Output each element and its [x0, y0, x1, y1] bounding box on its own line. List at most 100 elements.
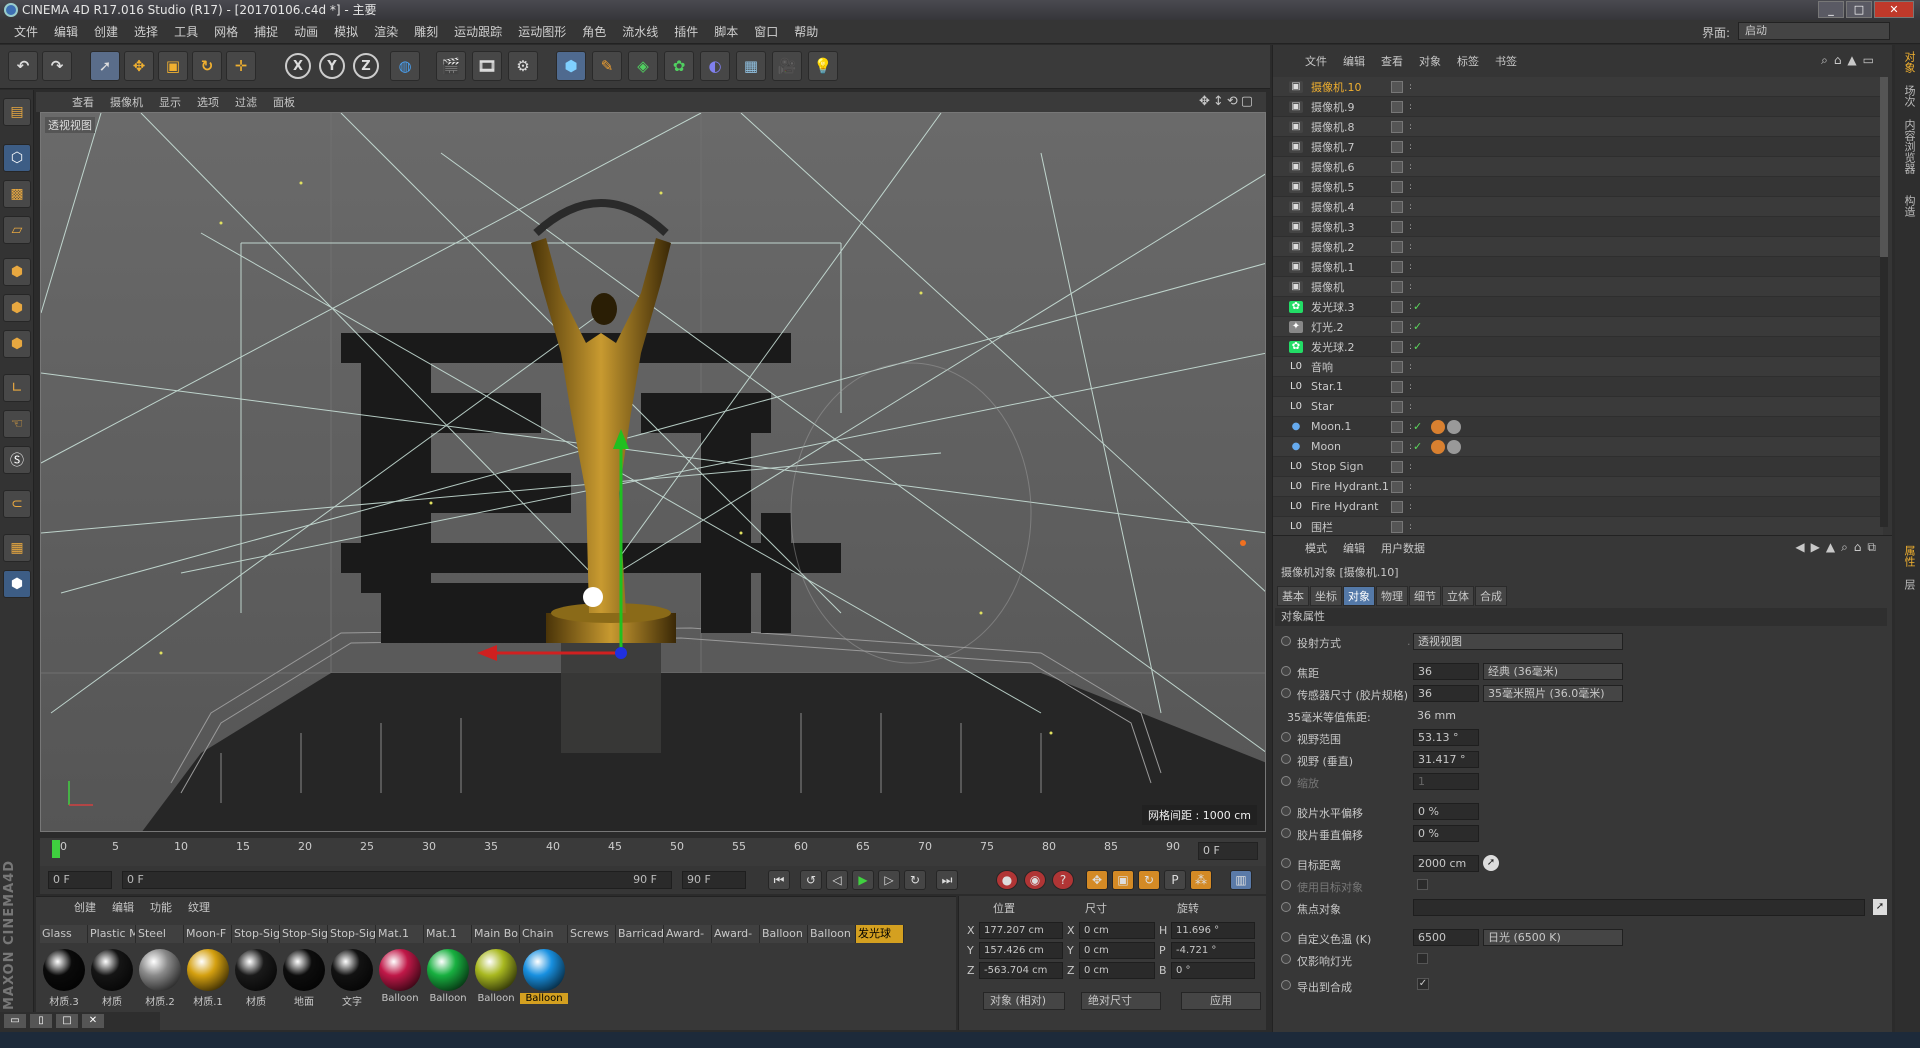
material-tab[interactable]: Award- — [712, 925, 760, 943]
object-row[interactable]: ▣ 摄像机.3: — [1273, 217, 1883, 237]
close-button[interactable]: ✕ — [1874, 1, 1914, 18]
select-tool-icon[interactable]: ➚ — [90, 51, 120, 81]
material-tab[interactable]: Steel — [136, 925, 184, 943]
material-menu-function[interactable]: 功能 — [142, 899, 180, 915]
viewport-menu-view[interactable]: 查看 — [64, 94, 102, 110]
render-picture-viewer-icon[interactable]: 🎞 — [472, 51, 502, 81]
editor-render-visibility-icon[interactable]: : — [1409, 322, 1412, 332]
sensor-size-field[interactable]: 36 — [1413, 685, 1479, 702]
next-key-icon[interactable]: ↻ — [904, 870, 926, 890]
animate-radio[interactable] — [1281, 754, 1291, 764]
recent-tool-icon[interactable]: ✛ — [226, 51, 256, 81]
menu-select[interactable]: 选择 — [126, 23, 166, 40]
material-tab[interactable]: Mat.1 — [424, 925, 472, 943]
layer-visibility-icon[interactable] — [1391, 440, 1403, 453]
material-tab[interactable]: Mat.1 — [376, 925, 424, 943]
dock-tab-content-browser[interactable]: 内容浏览器 — [1901, 119, 1917, 174]
coordinate-system-icon[interactable]: ◍ — [390, 51, 420, 81]
viewport-menu-display[interactable]: 显示 — [151, 94, 189, 110]
material-item[interactable]: 材质 — [88, 949, 136, 1008]
rotation-b-field[interactable]: 0 ° — [1171, 962, 1255, 979]
object-manager-nav-icons[interactable]: ⌕⌂▲▭ — [1821, 53, 1880, 68]
editor-render-visibility-icon[interactable]: : — [1409, 382, 1412, 392]
x-axis-lock-button[interactable]: X — [285, 53, 311, 79]
undo-icon[interactable]: ↶ — [8, 51, 38, 81]
animate-radio[interactable] — [1281, 806, 1291, 816]
material-tab[interactable]: Stop-Sig — [232, 925, 280, 943]
layer-visibility-icon[interactable] — [1391, 260, 1403, 273]
object-name[interactable]: Fire Hydrant — [1311, 500, 1393, 513]
attr-menu-mode[interactable]: 模式 — [1297, 540, 1335, 556]
layer-visibility-icon[interactable] — [1391, 300, 1403, 313]
points-mode-icon[interactable]: ⬢ — [3, 258, 31, 286]
rotation-p-field[interactable]: -4.721 ° — [1171, 942, 1255, 959]
attr-menu-edit[interactable]: 编辑 — [1335, 540, 1373, 556]
layer-visibility-icon[interactable] — [1391, 80, 1403, 93]
material-tab[interactable]: Barricad — [616, 925, 664, 943]
object-row[interactable]: ▣ 摄像机.5: — [1273, 177, 1883, 197]
object-row[interactable]: ▣ 摄像机.6: — [1273, 157, 1883, 177]
layer-visibility-icon[interactable] — [1391, 340, 1403, 353]
layout-select[interactable]: 启动 — [1738, 22, 1890, 40]
coordinate-mode-dropdown[interactable]: 对象 (相对) — [983, 992, 1065, 1010]
enabled-check-icon[interactable]: ✓ — [1413, 340, 1422, 353]
object-name[interactable]: 摄像机.4 — [1311, 199, 1393, 215]
restore-icon[interactable]: ▭ — [4, 1014, 26, 1028]
editor-render-visibility-icon[interactable]: : — [1409, 242, 1412, 252]
object-row[interactable]: L0 音响: — [1273, 357, 1883, 377]
previous-key-icon[interactable]: ↺ — [800, 870, 822, 890]
material-preview-ball[interactable] — [331, 949, 373, 991]
viewport-menu-panel[interactable]: 面板 — [265, 94, 303, 110]
material-preview-ball[interactable] — [379, 949, 421, 991]
editor-render-visibility-icon[interactable]: : — [1409, 102, 1412, 112]
previous-frame-icon[interactable]: ◁ — [826, 870, 848, 890]
viewport-menu-options[interactable]: 选项 — [189, 94, 227, 110]
editor-render-visibility-icon[interactable]: : — [1409, 502, 1412, 512]
material-item[interactable]: 材质 — [232, 949, 280, 1008]
layer-visibility-icon[interactable] — [1391, 420, 1403, 433]
object-row[interactable]: ● Moon.1: ✓ — [1273, 417, 1883, 437]
animate-radio[interactable] — [1281, 980, 1291, 990]
attr-tab-basic[interactable]: 基本 — [1277, 586, 1309, 606]
playhead[interactable] — [52, 840, 60, 858]
affect-lights-checkbox[interactable] — [1417, 953, 1428, 964]
material-tag-icon[interactable] — [1447, 419, 1461, 434]
solo-mode-icon[interactable]: ⬢ — [3, 570, 31, 598]
go-to-start-icon[interactable]: ⏮ — [768, 870, 790, 890]
key-parameter-icon[interactable]: P — [1164, 870, 1186, 890]
viewport-menu-cameras[interactable]: 摄像机 — [102, 94, 151, 110]
editor-render-visibility-icon[interactable]: : — [1409, 522, 1412, 532]
material-tab[interactable]: Stop-Sig — [280, 925, 328, 943]
object-name[interactable]: 围栏 — [1311, 519, 1393, 535]
tweak-mode-icon[interactable]: ☜ — [3, 410, 31, 438]
object-menu-bookmarks[interactable]: 书签 — [1487, 53, 1525, 71]
layer-visibility-icon[interactable] — [1391, 400, 1403, 413]
material-preview-ball[interactable] — [139, 949, 181, 991]
fov-vertical-field[interactable]: 31.417 ° — [1413, 751, 1479, 768]
focus-object-link-field[interactable] — [1413, 899, 1865, 916]
object-row[interactable]: ▣ 摄像机.7: — [1273, 137, 1883, 157]
layer-visibility-icon[interactable] — [1391, 520, 1403, 533]
perspective-viewport[interactable]: 透视视图 网格间距 : 1000 cm — [40, 112, 1266, 832]
texture-tag-icon[interactable] — [1431, 439, 1445, 454]
editor-render-visibility-icon[interactable]: : — [1409, 262, 1412, 272]
object-name[interactable]: Star — [1311, 400, 1393, 413]
maximize-button[interactable]: □ — [1846, 1, 1872, 18]
material-tab[interactable]: Main Bo — [472, 925, 520, 943]
enabled-check-icon[interactable]: ✓ — [1413, 440, 1422, 453]
animate-radio[interactable] — [1281, 932, 1291, 942]
current-frame-field[interactable]: 0 F — [1198, 842, 1258, 860]
object-name[interactable]: 灯光.2 — [1311, 319, 1393, 335]
animate-radio[interactable] — [1281, 688, 1291, 698]
workplane-icon[interactable]: ▱ — [3, 216, 31, 244]
position-y-field[interactable]: 157.426 cm — [979, 942, 1063, 959]
editor-render-visibility-icon[interactable]: : — [1409, 302, 1412, 312]
preview-range-slider[interactable]: 0 F 90 F — [122, 871, 672, 889]
material-preview-ball[interactable] — [475, 949, 517, 991]
model-mode-icon[interactable]: ⬡ — [3, 144, 31, 172]
material-tab[interactable]: Award- — [664, 925, 712, 943]
material-item[interactable]: Balloon — [376, 949, 424, 1008]
material-menu-texture[interactable]: 纹理 — [180, 899, 218, 915]
key-scale-icon[interactable]: ▣ — [1112, 870, 1134, 890]
object-name[interactable]: 摄像机.6 — [1311, 159, 1393, 175]
